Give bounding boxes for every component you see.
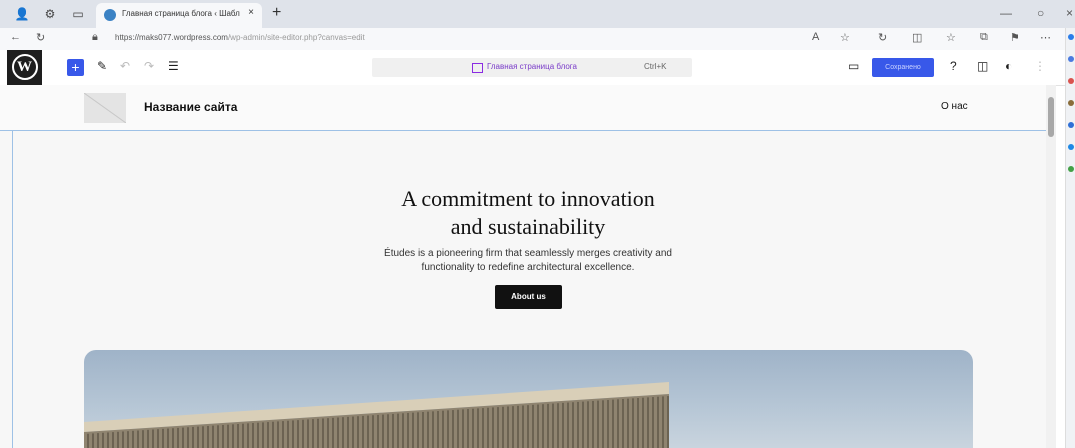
- document-title: Главная страница блога: [487, 62, 577, 71]
- minimize-button[interactable]: —: [1000, 6, 1012, 20]
- read-aloud-icon[interactable]: A: [812, 31, 819, 43]
- tab-close-button[interactable]: ×: [248, 7, 254, 18]
- shopping-icon[interactable]: [1068, 78, 1074, 84]
- wordpress-favicon-icon: [104, 9, 116, 21]
- extensions-icon[interactable]: ⚑: [1010, 31, 1020, 44]
- site-header: Название сайта О нас: [0, 85, 1046, 131]
- tab-title: Главная страница блога ‹ Шабл...: [122, 9, 240, 18]
- lock-icon[interactable]: 🔒︎: [92, 31, 98, 44]
- template-icon: [472, 63, 483, 73]
- save-button[interactable]: Сохранено: [872, 58, 934, 77]
- browser-tab-active[interactable]: Главная страница блога ‹ Шабл... ×: [96, 3, 262, 28]
- hero-image[interactable]: [84, 350, 973, 448]
- browser-tab-bar: 👤 ⚙ ▭ Главная страница блога ‹ Шабл... ×…: [0, 0, 1075, 28]
- more-icon[interactable]: ⋮: [1034, 59, 1046, 73]
- undo-icon[interactable]: ↶: [120, 59, 130, 73]
- search-icon[interactable]: [1068, 34, 1074, 40]
- hero-heading-line-2: and sustainability: [450, 214, 606, 239]
- close-window-button[interactable]: ×: [1066, 6, 1073, 20]
- wordpress-logo-icon: W: [11, 54, 38, 80]
- canvas-scrollbar[interactable]: [1046, 85, 1056, 448]
- editor-canvas[interactable]: Название сайта О нас A commitment to inn…: [0, 85, 1056, 448]
- reload-icon[interactable]: ↻: [36, 31, 45, 44]
- shortcut-hint: Ctrl+K: [644, 62, 667, 71]
- profile-icon[interactable]: 👤: [14, 6, 30, 22]
- office-icon[interactable]: [1068, 144, 1074, 150]
- block-inserter-button[interactable]: +: [67, 59, 84, 76]
- scrollbar-thumb[interactable]: [1048, 97, 1054, 137]
- browser-sidebar: [1065, 28, 1075, 448]
- outlook-icon[interactable]: [1068, 166, 1074, 172]
- site-logo-placeholder[interactable]: [84, 93, 126, 123]
- maximize-button[interactable]: ○: [1037, 6, 1044, 20]
- redo-icon[interactable]: ↷: [144, 59, 154, 73]
- sidebar-app-icon[interactable]: [1068, 56, 1074, 62]
- browser-menu-icon[interactable]: ⋯: [1040, 31, 1051, 44]
- new-tab-button[interactable]: +: [272, 4, 281, 22]
- desktop-preview-icon[interactable]: ▭: [848, 59, 859, 73]
- command-palette-button[interactable]: Главная страница блога Ctrl+K: [372, 58, 692, 77]
- editor-toolbar: W + ✎ ↶ ↷ ☰ Главная страница блога Ctrl+…: [0, 50, 1065, 86]
- wordpress-logo-button[interactable]: W: [7, 50, 42, 85]
- list-view-icon[interactable]: ☰: [168, 59, 179, 73]
- pen-icon[interactable]: ✎: [97, 59, 107, 73]
- logo-placeholder-icon: [84, 93, 126, 123]
- hero-paragraph-line-1: Études is a pioneering firm that seamles…: [384, 248, 672, 259]
- workspaces-icon[interactable]: ⚙: [42, 6, 58, 22]
- about-us-button[interactable]: About us: [495, 285, 562, 309]
- favorites-icon[interactable]: ☆: [946, 31, 956, 44]
- hero-paragraph[interactable]: Études is a pioneering firm that seamles…: [0, 247, 1056, 275]
- refresh-page-icon[interactable]: ↻: [878, 31, 887, 44]
- building-photo-image: [84, 382, 669, 448]
- tab-actions-icon[interactable]: ▭: [70, 6, 86, 22]
- styles-icon[interactable]: ◐: [1005, 59, 1012, 73]
- site-title[interactable]: Название сайта: [144, 100, 237, 114]
- hero-heading-line-1: A commitment to innovation: [401, 186, 655, 211]
- url-path: /wp-admin/site-editor.php?canvas=edit: [227, 33, 365, 42]
- help-icon[interactable]: ?: [950, 59, 957, 73]
- tools-icon[interactable]: [1068, 100, 1074, 106]
- hero-paragraph-line-2: functionality to redefine architectural …: [421, 262, 635, 273]
- address-bar-row: ← ↻ 🔒︎ https://maks077.wordpress.com/wp-…: [0, 28, 1065, 51]
- collections-icon[interactable]: ⧉: [980, 31, 988, 44]
- favorite-star-icon[interactable]: ☆: [840, 31, 850, 44]
- split-screen-icon[interactable]: ◫: [912, 31, 922, 44]
- back-arrow-icon[interactable]: ←: [10, 31, 21, 43]
- url-host: https://maks077.wordpress.com: [115, 33, 228, 42]
- hero-heading[interactable]: A commitment to innovation and sustainab…: [0, 185, 1056, 241]
- sidebar-icon[interactable]: ◫: [977, 59, 988, 73]
- games-icon[interactable]: [1068, 122, 1074, 128]
- url-field[interactable]: https://maks077.wordpress.com/wp-admin/s…: [115, 33, 365, 42]
- nav-link-about[interactable]: О нас: [941, 101, 968, 112]
